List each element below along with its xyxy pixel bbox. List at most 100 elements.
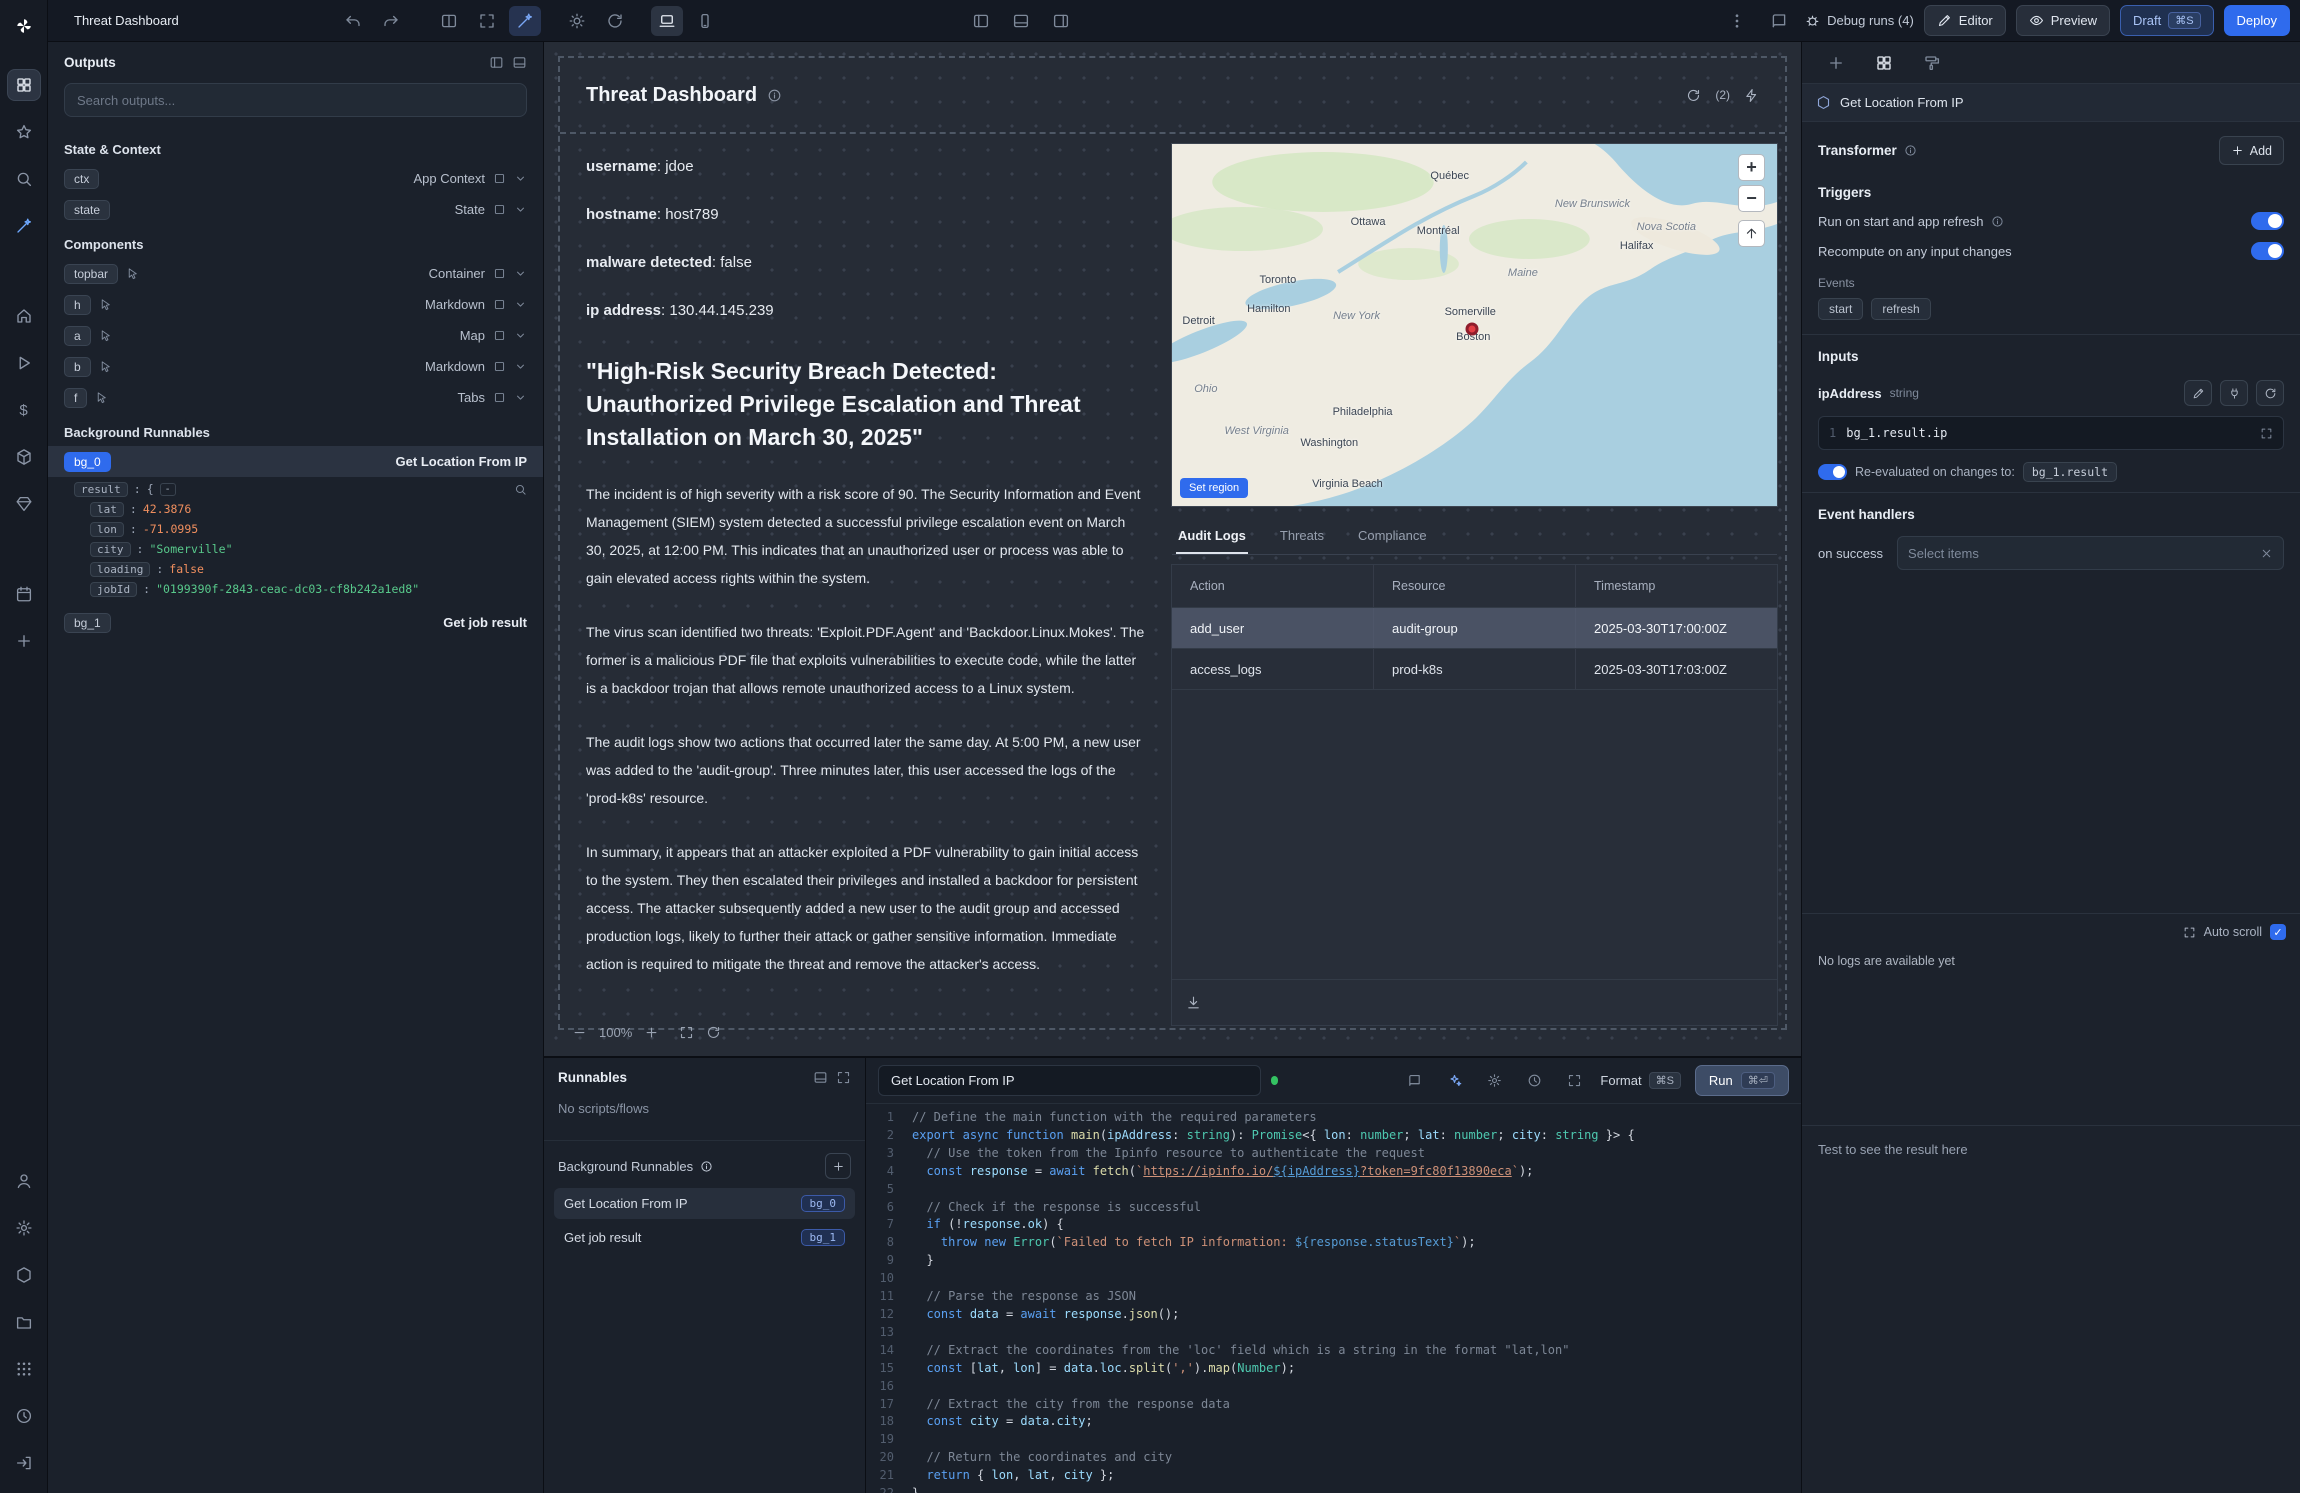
- recompute-toggle[interactable]: [2251, 242, 2284, 260]
- rail-item-search[interactable]: [7, 163, 41, 195]
- tab-compliance[interactable]: Compliance: [1356, 522, 1429, 554]
- topbar-component[interactable]: Threat Dashboard (2): [560, 58, 1785, 134]
- search-icon[interactable]: [514, 483, 527, 496]
- zoom-out-icon[interactable]: [572, 1025, 587, 1040]
- rail-item-runs[interactable]: [7, 347, 41, 379]
- output-row-topbar[interactable]: topbarContainer: [48, 258, 543, 289]
- app-logo[interactable]: [7, 10, 41, 42]
- recompute-refresh-icon[interactable]: [1686, 88, 1701, 103]
- map-component[interactable]: QuébecNew BrunswickNova ScotiaHalifaxMai…: [1172, 144, 1777, 506]
- rail-item-apps[interactable]: [7, 69, 41, 101]
- json-field-lat[interactable]: lat:42.3876: [74, 499, 527, 519]
- reset-zoom-icon[interactable]: [706, 1025, 721, 1040]
- fit-canvas-icon[interactable]: [679, 1025, 694, 1040]
- app-canvas[interactable]: Threat Dashboard (2) username: jdoehostn…: [544, 42, 1802, 1056]
- deploy-button[interactable]: Deploy: [2224, 5, 2290, 36]
- editor-button[interactable]: Editor: [1924, 5, 2006, 36]
- markdown-component[interactable]: username: jdoehostname: host789malware d…: [560, 144, 1172, 1028]
- expand-editor-button[interactable]: [1558, 1066, 1590, 1096]
- output-row-a[interactable]: aMap: [48, 320, 543, 351]
- debug-runs-button[interactable]: Debug runs (4): [1805, 13, 1914, 28]
- connect-input-button[interactable]: [2220, 380, 2248, 406]
- code-editor[interactable]: 1// Define the main function with the re…: [866, 1104, 1801, 1493]
- set-region-button[interactable]: Set region: [1180, 478, 1248, 498]
- map-zoom-in-button[interactable]: +: [1738, 154, 1765, 181]
- json-field-city[interactable]: city:"Somerville": [74, 539, 527, 559]
- draft-button[interactable]: Draft⌘S: [2120, 5, 2214, 36]
- table-row[interactable]: add_useraudit-group2025-03-30T17:00:00Z: [1172, 608, 1777, 649]
- runnable-name-input[interactable]: [878, 1065, 1261, 1096]
- expand-panel-icon[interactable]: [836, 1070, 851, 1085]
- column-header-resource[interactable]: Resource: [1374, 565, 1576, 607]
- refresh-app-button[interactable]: [599, 6, 631, 36]
- fullscreen-button[interactable]: [471, 6, 503, 36]
- tab-threats[interactable]: Threats: [1278, 522, 1326, 554]
- json-field-lon[interactable]: lon:-71.0995: [74, 519, 527, 539]
- run-button[interactable]: Run⌘⏎: [1695, 1065, 1789, 1096]
- rail-item-account[interactable]: [7, 1165, 41, 1197]
- runnable-item-bg_0[interactable]: Get Location From IPbg_0: [554, 1188, 855, 1219]
- output-row-state[interactable]: stateState: [48, 194, 543, 225]
- toggle-right-panel-button[interactable]: [1045, 6, 1077, 36]
- rail-item-audit[interactable]: [7, 1400, 41, 1432]
- library-button[interactable]: [1398, 1066, 1430, 1096]
- mobile-view-button[interactable]: [689, 6, 721, 36]
- output-row-b[interactable]: bMarkdown: [48, 351, 543, 382]
- preview-button[interactable]: Preview: [2016, 5, 2110, 36]
- close-icon[interactable]: [2260, 547, 2273, 560]
- format-button[interactable]: Format⌘S: [1600, 1072, 1681, 1089]
- map-marker[interactable]: [1466, 322, 1479, 335]
- dock-panel-icon[interactable]: [489, 55, 504, 70]
- split-columns-button[interactable]: [433, 6, 465, 36]
- more-menu-button[interactable]: [1721, 6, 1753, 36]
- json-field-jobId[interactable]: jobId:"0199390f-2843-ceac-dc03-cf8b242a1…: [74, 579, 527, 599]
- download-icon[interactable]: [1186, 995, 1201, 1010]
- add-transformer-button[interactable]: Add: [2219, 136, 2284, 165]
- rail-item-folders[interactable]: [7, 1306, 41, 1338]
- map-zoom-out-button[interactable]: −: [1738, 185, 1765, 212]
- column-header-timestamp[interactable]: Timestamp: [1576, 565, 1777, 607]
- runnable-row-bg_1[interactable]: bg_1 Get job result: [48, 607, 543, 638]
- rail-item-home[interactable]: [7, 300, 41, 332]
- rail-item-favorites[interactable]: [7, 116, 41, 148]
- outputs-search-input[interactable]: [77, 93, 514, 108]
- rail-item-resources[interactable]: [7, 441, 41, 473]
- rail-item-assets[interactable]: [7, 488, 41, 520]
- insert-component-tab[interactable]: [1820, 48, 1852, 78]
- rail-item-ai[interactable]: [7, 210, 41, 242]
- autoscroll-checkbox[interactable]: ✓: [2270, 924, 2286, 940]
- on-success-select[interactable]: Select items: [1897, 536, 2284, 570]
- rail-item-schedules[interactable]: [7, 578, 41, 610]
- input-expression-editor[interactable]: 1 bg_1.result.ip: [1818, 416, 2284, 450]
- add-background-runnable-button[interactable]: [825, 1153, 851, 1179]
- map-fit-bounds-button[interactable]: [1738, 220, 1765, 247]
- zap-icon[interactable]: [1744, 88, 1759, 103]
- toggle-bottom-panel-button[interactable]: [1005, 6, 1037, 36]
- style-tab[interactable]: [1916, 48, 1948, 78]
- rail-item-workers[interactable]: [7, 1259, 41, 1291]
- docs-button[interactable]: [1763, 6, 1795, 36]
- table-row[interactable]: access_logsprod-k8s2025-03-30T17:03:00Z: [1172, 649, 1777, 690]
- edit-input-button[interactable]: [2184, 380, 2212, 406]
- rail-item-groups[interactable]: [7, 1353, 41, 1385]
- expand-icon[interactable]: [2260, 427, 2273, 440]
- output-row-f[interactable]: fTabs: [48, 382, 543, 413]
- history-button[interactable]: [1518, 1066, 1550, 1096]
- expand-icon[interactable]: [2183, 926, 2196, 939]
- reeval-dependency-chip[interactable]: bg_1.result: [2023, 462, 2117, 482]
- runnable-item-bg_1[interactable]: Get job resultbg_1: [554, 1222, 855, 1253]
- rail-item-settings[interactable]: [7, 1212, 41, 1244]
- event-chip-start[interactable]: start: [1818, 298, 1863, 320]
- reset-input-button[interactable]: [2256, 380, 2284, 406]
- editor-settings-button[interactable]: [1478, 1066, 1510, 1096]
- tab-audit-logs[interactable]: Audit Logs: [1176, 522, 1248, 554]
- settings-tab[interactable]: [1868, 48, 1900, 78]
- output-row-ctx[interactable]: ctxApp Context: [48, 163, 543, 194]
- rail-item-logout[interactable]: [7, 1447, 41, 1479]
- output-row-h[interactable]: hMarkdown: [48, 289, 543, 320]
- collapse-panel-icon[interactable]: [512, 55, 527, 70]
- json-field-loading[interactable]: loading:false: [74, 559, 527, 579]
- column-header-action[interactable]: Action: [1172, 565, 1374, 607]
- redo-button[interactable]: [375, 6, 407, 36]
- undo-button[interactable]: [337, 6, 369, 36]
